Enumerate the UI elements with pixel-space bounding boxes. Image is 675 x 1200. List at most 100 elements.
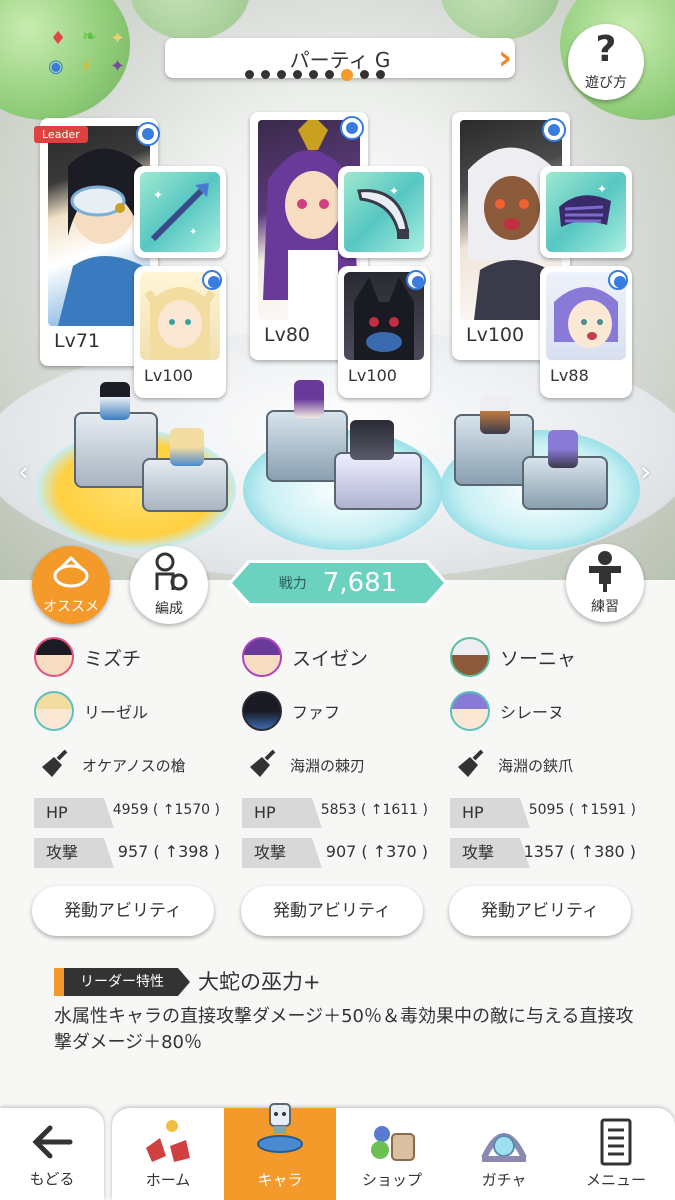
power-display: 戦力 7,681 [232,563,444,603]
nav-chara[interactable]: キャラ [224,1103,336,1200]
weapon-card-2[interactable]: ✦ [338,166,430,258]
party-page-dot[interactable] [245,70,254,79]
weapon-row[interactable]: 海淵の棘刃 [242,738,442,792]
leader-skill-name: 大蛇の巫力+ [198,970,321,994]
dark-gem-icon: ✦ [110,56,126,77]
sub-character-row[interactable]: ファフ [242,684,442,738]
attack-label: 攻撃 [242,838,322,868]
power-value: 7,681 [322,568,398,598]
weapon-slot-icon [42,749,68,777]
sub-character-card-1[interactable]: Lv100 [134,266,226,398]
sub-level: Lv88 [550,366,589,385]
sub-character-card-3[interactable]: Lv88 [540,266,632,398]
sub-character-name: ファフ [292,703,341,722]
weapon-card-3[interactable]: ✦ [540,166,632,258]
ability-button-1[interactable]: 発動アビリティ [32,886,214,936]
hp-label: HP [242,798,322,828]
next-party-button[interactable]: › [494,36,516,80]
main-level: Lv71 [54,330,101,352]
attack-stat: 攻撃 907 ( ↑370 ) [242,838,442,872]
character-name: スイゼン [292,647,369,670]
svg-text:✦: ✦ [189,227,197,238]
practice-dummy-icon [589,551,621,592]
nav-chara-label: キャラ [257,1171,303,1189]
hp-value: 5095 ( ↑1591 ) [528,802,636,818]
nav-menu-label: メニュー [585,1171,646,1189]
attack-value: 957 ( ↑398 ) [117,842,220,861]
formation-label: 編成 [155,601,183,617]
nav-gacha[interactable]: ガチャ [448,1108,560,1200]
weapon-row[interactable]: オケアノスの槍 [34,738,234,792]
nav-home[interactable]: ホーム [112,1108,224,1200]
bottom-nav: もどる ホーム キャラ ショップ ガチャ メニュー [0,1103,675,1200]
water-element-icon [406,270,426,290]
main-character-row[interactable]: ソーニャ [450,630,650,684]
sub-character-avatar [242,691,282,731]
party-page-dot[interactable] [325,70,334,79]
spear-icon: ✦ ✦ [140,172,220,252]
water-element-icon [608,270,628,290]
main-character-row[interactable]: ミズチ [34,630,234,684]
weapon-row[interactable]: 海淵の鋏爪 [450,738,650,792]
help-button[interactable]: ? 遊び方 [568,24,644,100]
weapon-slot-icon [250,749,276,777]
hp-label: HP [450,798,530,828]
recommend-icon [53,555,89,588]
attack-value: 907 ( ↑370 ) [325,842,428,861]
leader-skill-tag: リーダー特性 [54,968,190,996]
party-page-dot[interactable] [360,70,369,79]
sub-character-row[interactable]: シレーヌ [450,684,650,738]
sub-character-card-2[interactable]: Lv100 [338,266,430,398]
water-element-icon [136,122,160,146]
shop-icon [371,1126,415,1161]
recommend-button[interactable]: オススメ [32,546,110,624]
party-page-dots [245,69,385,81]
leaf-gem-icon: ❧ [82,26,98,47]
party-title: パーティ G [289,47,391,72]
sub-character-avatar [34,691,74,731]
nav-shop[interactable]: ショップ [336,1108,448,1200]
svg-text:✦: ✦ [597,182,607,196]
attack-stat: 攻撃 1357 ( ↑380 ) [450,838,650,872]
back-button[interactable]: もどる [0,1108,104,1200]
character-avatar [34,637,74,677]
party-page-dot[interactable] [277,70,286,79]
stone-block [334,452,422,510]
main-character-row[interactable]: スイゼン [242,630,442,684]
claw-icon: ✦ [546,172,626,252]
character-sprite [480,396,510,434]
practice-label: 練習 [591,599,619,615]
character-name: ミズチ [84,647,142,670]
party-page-dot[interactable] [341,69,353,81]
sub-character-row[interactable]: リーゼル [34,684,234,738]
main-nav: ホーム キャラ ショップ ガチャ メニュー [112,1103,675,1200]
party-page-dot[interactable] [293,70,302,79]
character-sprite [170,428,204,466]
character-sprite [100,382,130,420]
hp-stat: HP 4959 ( ↑1570 ) [34,798,234,832]
scroll-left-arrow[interactable]: ‹ [18,455,29,488]
hp-value: 4959 ( ↑1570 ) [112,802,220,818]
sub-character-name: リーゼル [84,703,149,722]
weapon-card-1[interactable]: ✦ ✦ [134,166,226,258]
formation-icon [155,552,188,591]
element-filter-icon[interactable]: ♦ ❧ ✦ ◉ ⚡ ✦ [44,28,134,84]
home-icon [146,1120,190,1162]
practice-button[interactable]: 練習 [566,544,644,622]
ability-button-3[interactable]: 発動アビリティ [449,886,631,936]
leader-skill-description: 水属性キャラの直接攻撃ダメージ＋50％＆毒効果中の敵に与える直接攻撃ダメージ＋8… [54,1006,634,1053]
question-icon: ? [595,29,617,70]
weapon-name: オケアノスの槍 [82,756,186,775]
main-level: Lv80 [264,324,311,346]
ability-button-2[interactable]: 発動アビリティ [241,886,423,936]
member-column-3: ソーニャ シレーヌ 海淵の鋏爪 HP 5095 ( ↑1591 ) 攻撃 135… [450,630,650,872]
weapon-name: 海淵の鋏爪 [498,756,574,775]
scroll-right-arrow[interactable]: › [640,455,651,488]
nav-menu[interactable]: メニュー [560,1108,672,1200]
party-page-dot[interactable] [376,70,385,79]
party-page-dot[interactable] [261,70,270,79]
background-tree [440,0,560,40]
party-page-dot[interactable] [309,70,318,79]
sub-level: Lv100 [348,366,397,385]
formation-button[interactable]: 編成 [130,546,208,624]
